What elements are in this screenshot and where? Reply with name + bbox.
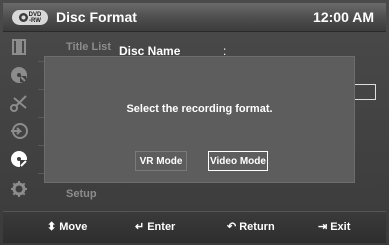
menu-label-title-list: Title List (66, 41, 112, 53)
enter-label: Enter (147, 220, 176, 233)
disc-logo-icon (18, 13, 28, 22)
title-bar: DVD -RW Disc Format 12:00 AM (3, 3, 386, 32)
copy-icon (9, 121, 29, 141)
exit-hint: ⇥ Exit (318, 220, 351, 234)
return-hint: ↶ Return (227, 220, 275, 234)
menu-label-setup: Setup (66, 188, 97, 200)
up-down-arrows-icon: ⬍ (47, 221, 57, 233)
gear-icon (9, 179, 29, 199)
page-title: Disc Format (56, 9, 137, 25)
disc-manager-icon (9, 149, 29, 169)
move-label: Move (59, 220, 88, 233)
return-arrow-icon: ↶ (227, 221, 237, 233)
video-mode-button[interactable]: Video Mode (208, 151, 268, 171)
screen-frame: DVD -RW Disc Format 12:00 AM Title List (0, 0, 389, 245)
exit-icon: ⇥ (318, 221, 328, 233)
button-guide-bar: ⬍ Move ↵ Enter ↶ Return ⇥ Exit (3, 211, 386, 243)
move-hint: ⬍ Move (47, 220, 88, 234)
badge-bottom-text: -RW (29, 17, 41, 24)
dialog-message: Select the recording format. (126, 103, 273, 115)
disc-icon (9, 65, 29, 85)
vr-mode-button[interactable]: VR Mode (135, 151, 187, 171)
enter-hint: ↵ Enter (135, 220, 176, 234)
return-label: Return (239, 220, 275, 233)
dvd-rw-badge: DVD -RW (12, 10, 48, 25)
disc-name-label: Disc Name (119, 44, 181, 58)
recording-format-dialog: Select the recording format. VR Mode Vid… (45, 57, 354, 182)
film-strip-icon (9, 37, 29, 57)
exit-label: Exit (330, 220, 351, 233)
disc-name-separator: : (223, 44, 227, 58)
clock: 12:00 AM (313, 9, 374, 25)
scissors-icon (9, 93, 29, 113)
enter-icon: ↵ (135, 221, 145, 233)
